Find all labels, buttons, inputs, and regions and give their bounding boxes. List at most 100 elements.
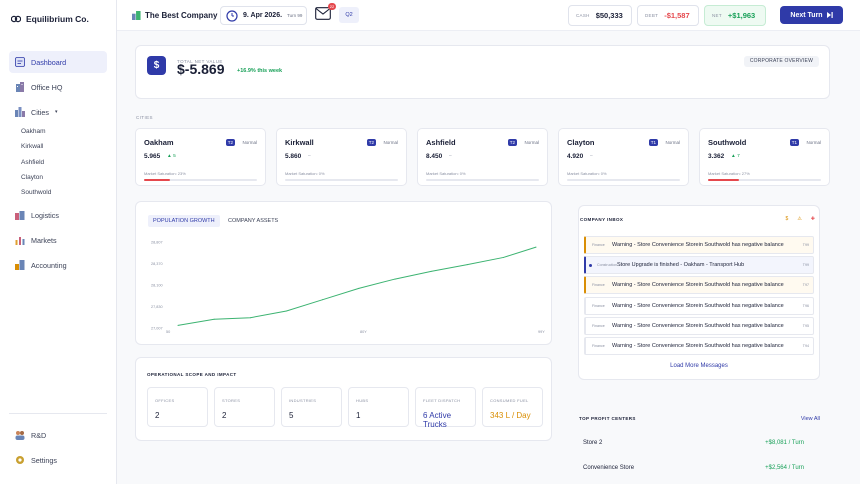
sidebar-item-logistics[interactable]: Logistics bbox=[9, 204, 107, 226]
message-turn: T99 bbox=[802, 263, 809, 267]
profit-row[interactable]: Store 2 +$8,081 / Turn bbox=[578, 433, 820, 453]
top-bar: The Best Company 9. Apr 2026. Turn 99 22… bbox=[117, 0, 860, 31]
inbox-filters: $ ⚠ ✚ bbox=[786, 216, 815, 222]
tab-company-assets[interactable]: COMPANY ASSETS bbox=[223, 215, 283, 227]
inbox-message[interactable]: Finance Warning - Store Convenience Stor… bbox=[584, 276, 814, 294]
sidebar-item-rnd[interactable]: R&D bbox=[9, 424, 107, 446]
data-point bbox=[394, 278, 396, 280]
message-category: Finance bbox=[592, 344, 605, 348]
sidebar-item-label: Office HQ bbox=[31, 82, 63, 92]
scope-value: 343 L / Day bbox=[490, 411, 531, 420]
city-card[interactable]: Clayton T1 Normal 4.920 – Market Saturat… bbox=[558, 128, 689, 186]
sidebar-subitem-city[interactable]: Southwold bbox=[21, 189, 51, 196]
saturation-bar bbox=[426, 179, 539, 181]
sidebar-item-markets[interactable]: Markets bbox=[9, 229, 107, 251]
y-tick-label: 28,807 bbox=[151, 241, 163, 245]
y-tick-label: 28,100 bbox=[151, 284, 163, 288]
city-icon bbox=[15, 107, 25, 117]
message-text: Warning - Store Convenience Storein Sout… bbox=[612, 282, 784, 288]
data-point bbox=[322, 299, 324, 301]
city-tier-label: Normal bbox=[383, 140, 398, 145]
inbox-message[interactable]: Finance Warning - Store Convenience Stor… bbox=[584, 317, 814, 335]
company-title: The Best Company bbox=[132, 11, 217, 20]
debt-value: -$1,587 bbox=[664, 11, 690, 20]
sidebar-subitem-city[interactable]: Oakham bbox=[21, 128, 46, 135]
sidebar-subitem-city[interactable]: Ashfield bbox=[21, 159, 44, 166]
message-turn: T99 bbox=[802, 243, 809, 247]
inbox-message[interactable]: Finance Warning - Store Convenience Stor… bbox=[584, 297, 814, 315]
y-tick-label: 28,370 bbox=[151, 262, 163, 266]
tab-population-growth[interactable]: POPULATION GROWTH bbox=[148, 215, 220, 227]
inbox-message[interactable]: Finance Warning - Store Convenience Stor… bbox=[584, 337, 814, 355]
scope-tile-hubs: HUBS 1 bbox=[348, 387, 409, 427]
sidebar-item-label: Settings bbox=[31, 455, 57, 465]
saturation-fill bbox=[144, 179, 170, 181]
city-card[interactable]: Southwold T1 Normal 3.362 ▲ 7 Market Sat… bbox=[699, 128, 830, 186]
inbox-message[interactable]: Construction Store Upgrade is finished -… bbox=[584, 256, 814, 274]
city-card[interactable]: Kirkwall T2 Normal 5.860 – Market Satura… bbox=[276, 128, 407, 186]
sidebar: Equilibrium Co. Dashboard Office HQ Citi… bbox=[0, 0, 117, 484]
scope-label: STORES bbox=[222, 398, 241, 403]
sidebar-item-settings[interactable]: Settings bbox=[9, 449, 107, 471]
brand[interactable]: Equilibrium Co. bbox=[11, 14, 89, 24]
scope-title: OPERATIONAL SCOPE AND IMPACT bbox=[147, 372, 237, 377]
sidebar-divider bbox=[9, 413, 107, 414]
profit-name: Store 2 bbox=[583, 440, 603, 446]
city-tier-label: Normal bbox=[242, 140, 257, 145]
corporate-overview-button[interactable]: CORPORATE OVERVIEW bbox=[743, 56, 819, 67]
sidebar-subitem-city[interactable]: Kirkwall bbox=[21, 143, 43, 150]
profit-row[interactable]: Convenience Store +$2,564 / Turn bbox=[578, 458, 820, 478]
x-tick-label: 99Y bbox=[538, 330, 545, 334]
message-category: Finance bbox=[592, 243, 605, 247]
building-icon bbox=[16, 82, 24, 92]
scope-label: CONSUMED FUEL bbox=[490, 398, 529, 403]
sidebar-item-accounting[interactable]: Accounting bbox=[9, 254, 107, 276]
message-text: Warning - Store Convenience Storein Sout… bbox=[612, 303, 784, 309]
unread-dot-icon bbox=[589, 263, 592, 267]
sidebar-item-dashboard[interactable]: Dashboard bbox=[9, 51, 107, 73]
sidebar-item-cities[interactable]: Cities ▾ bbox=[9, 101, 107, 123]
people-icon bbox=[15, 431, 25, 440]
scope-tile-stores: STORES 2 bbox=[214, 387, 275, 427]
city-tier-badge: T1 bbox=[648, 139, 658, 146]
city-name: Oakham bbox=[144, 138, 174, 147]
data-point bbox=[502, 256, 504, 258]
scope-tile-fuel: CONSUMED FUEL 343 L / Day bbox=[482, 387, 543, 427]
inbox-message[interactable]: Finance Warning - Store Convenience Stor… bbox=[584, 236, 814, 254]
message-category: Construction bbox=[597, 263, 618, 267]
sidebar-item-office-hq[interactable]: Office HQ bbox=[9, 76, 107, 98]
city-tier-label: Normal bbox=[806, 140, 821, 145]
city-card[interactable]: Ashfield T2 Normal 8.450 – Market Satura… bbox=[417, 128, 548, 186]
filter-finance-icon[interactable]: $ bbox=[786, 216, 789, 222]
data-point bbox=[249, 317, 251, 319]
quarter-badge: Q2 bbox=[339, 7, 359, 23]
message-category: Finance bbox=[592, 324, 605, 328]
city-card[interactable]: Oakham T2 Normal 5.965 ▲ 5 Market Satura… bbox=[135, 128, 266, 186]
data-point bbox=[466, 264, 468, 266]
profit-value: +$8,081 / Turn bbox=[765, 440, 804, 446]
dashboard-icon bbox=[15, 57, 25, 67]
debt-stat: DEBT -$1,587 bbox=[637, 5, 699, 26]
city-saturation: Market Saturation: 0% bbox=[426, 171, 466, 176]
current-date: 9. Apr 2026. bbox=[243, 12, 283, 19]
city-value: 5.860 bbox=[285, 153, 302, 160]
message-category: Finance bbox=[592, 283, 605, 287]
city-tier-badge: T2 bbox=[507, 139, 517, 146]
city-value: 5.965 bbox=[144, 153, 161, 160]
load-more-button[interactable]: Load More Messages bbox=[579, 363, 819, 369]
saturation-bar bbox=[708, 179, 821, 181]
profit-value: +$2,564 / Turn bbox=[765, 465, 804, 471]
x-tick-label: 50 bbox=[166, 330, 170, 334]
scope-label: HUBS bbox=[356, 398, 369, 403]
message-turn: T97 bbox=[802, 283, 809, 287]
scope-value: 5 bbox=[289, 411, 294, 420]
filter-construction-icon[interactable]: ✚ bbox=[811, 216, 815, 222]
inbox-title: COMPANY INBOX bbox=[580, 217, 624, 222]
population-series-line bbox=[177, 246, 537, 326]
city-saturation: Market Saturation: 0% bbox=[285, 171, 325, 176]
scope-label: FLEET DISPATCH bbox=[423, 398, 461, 403]
next-turn-button[interactable]: Next Turn bbox=[780, 6, 843, 24]
view-all-link[interactable]: View All bbox=[801, 416, 820, 422]
sidebar-subitem-city[interactable]: Clayton bbox=[21, 174, 43, 181]
filter-warning-icon[interactable]: ⚠ bbox=[797, 216, 801, 222]
